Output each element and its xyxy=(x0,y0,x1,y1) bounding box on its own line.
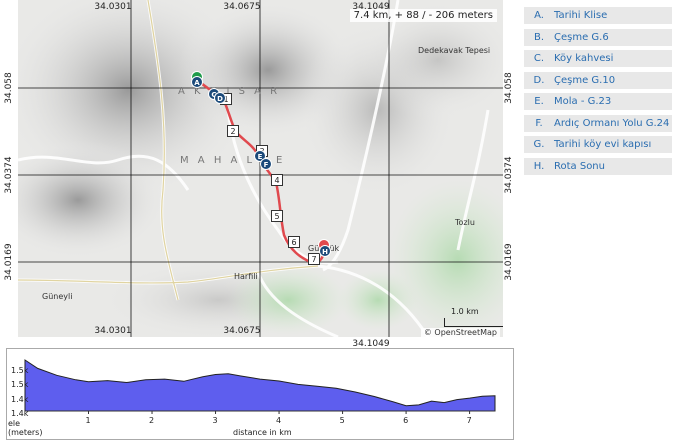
legend-letter: B. xyxy=(533,31,545,43)
lat-label-left-3: 34.0169 xyxy=(4,243,14,281)
legend-label: Çeşme G.6 xyxy=(554,31,609,43)
legend-item-c[interactable]: C. Köy kahvesi xyxy=(524,49,672,67)
legend-item-b[interactable]: B. Çeşme G.6 xyxy=(524,27,672,46)
scale-bar: 1.0 km xyxy=(444,307,503,327)
lat-label-right-2: 34.0374 xyxy=(504,156,514,194)
x-tick-label: 4 xyxy=(276,416,282,425)
place-guneyli: Güneyli xyxy=(42,292,73,301)
legend-letter: F. xyxy=(535,117,543,129)
y-tick-label: 1.5k xyxy=(11,380,29,389)
x-tick-label: 6 xyxy=(403,416,409,425)
x-tick-label: 3 xyxy=(212,416,218,425)
lat-label-right-3: 34.0169 xyxy=(504,243,514,281)
elevation-area xyxy=(24,359,496,412)
legend-letter: H. xyxy=(533,160,545,172)
legend-item-g[interactable]: G. Tarihi köy evi kapısı xyxy=(524,135,672,153)
legend-item-h[interactable]: H. Rota Sonu xyxy=(524,156,672,175)
waypoint-marker-a[interactable]: A xyxy=(191,76,203,88)
scale-label: 1.0 km xyxy=(451,307,479,316)
y-tick-label: 1.4k xyxy=(11,395,29,404)
y-axis-label-unit: (meters) xyxy=(8,428,43,437)
legend-item-e[interactable]: E. Mola - G.23 xyxy=(524,92,672,110)
place-tozlu: Tozlu xyxy=(455,218,475,227)
legend-letter: G. xyxy=(533,139,545,150)
km-marker-6: 6 xyxy=(288,236,300,248)
legend-label: Köy kahvesi xyxy=(554,53,614,64)
x-tick-label: 2 xyxy=(149,416,155,425)
y-tick-label: 1.4k xyxy=(11,409,29,418)
legend-label: Çeşme G.10 xyxy=(554,74,616,86)
elevation-profile[interactable]: 1.5k 1.5k 1.4k 1.4k ele (meters) distanc… xyxy=(6,348,514,440)
waypoint-legend: A. Tarihi Klise B. Çeşme G.6 C. Köy kahvesi… xyxy=(524,6,672,178)
legend-letter: D. xyxy=(533,74,545,86)
km-marker-5: 5 xyxy=(271,210,283,222)
distance-summary: 7.4 km, + 88 / - 206 meters xyxy=(349,9,497,22)
waypoint-marker-d[interactable]: D xyxy=(214,92,226,104)
waypoint-marker-h[interactable]: H xyxy=(319,245,331,257)
legend-label: Ardıç Ormanı Yolu G.24 xyxy=(554,117,670,129)
legend-label: Rota Sonu xyxy=(554,160,605,172)
legend-label: Tarihi köy evi kapısı xyxy=(554,139,652,150)
lat-label-right-1: 34.058 xyxy=(504,72,514,104)
lon-label-top-2: 34.0675 xyxy=(223,2,261,12)
legend-letter: A. xyxy=(534,10,544,21)
x-tick-label: 1 xyxy=(85,416,91,425)
km-marker-2: 2 xyxy=(227,125,239,137)
place-dedekavak: Dedekavak Tepesi xyxy=(418,46,491,55)
x-tick-label: 5 xyxy=(339,416,345,425)
lon-label-bottom-2: 34.0675 xyxy=(223,326,261,336)
legend-letter: C. xyxy=(533,53,545,64)
legend-item-f[interactable]: F. Ardıç Ormanı Yolu G.24 xyxy=(524,113,672,132)
place-harfili: Harfili xyxy=(234,272,258,281)
elevation-chart xyxy=(24,359,496,414)
y-axis-label: ele xyxy=(8,419,21,428)
y-tick-label: 1.5k xyxy=(11,366,29,375)
lon-label-top-1: 34.0301 xyxy=(94,2,132,12)
map-attribution[interactable]: © OpenStreetMap xyxy=(420,328,500,337)
legend-label: Mola - G.23 xyxy=(554,96,612,107)
x-axis-label: distance in km xyxy=(233,428,292,437)
legend-item-a[interactable]: A. Tarihi Klise xyxy=(524,6,672,24)
waypoint-marker-f[interactable]: F xyxy=(260,158,272,170)
km-marker-4: 4 xyxy=(271,174,283,186)
legend-letter: E. xyxy=(534,96,544,107)
lat-label-left-1: 34.058 xyxy=(4,72,14,104)
x-tick-label: 7 xyxy=(466,416,472,425)
legend-item-d[interactable]: D. Çeşme G.10 xyxy=(524,70,672,89)
map-view[interactable]: 34.0301 34.0675 34.1049 34.0301 34.0675 … xyxy=(18,0,503,337)
lat-label-left-2: 34.0374 xyxy=(4,156,14,194)
lon-label-bottom-1: 34.0301 xyxy=(94,326,132,336)
legend-label: Tarihi Klise xyxy=(554,10,608,21)
km-marker-7: 7 xyxy=(308,253,320,265)
